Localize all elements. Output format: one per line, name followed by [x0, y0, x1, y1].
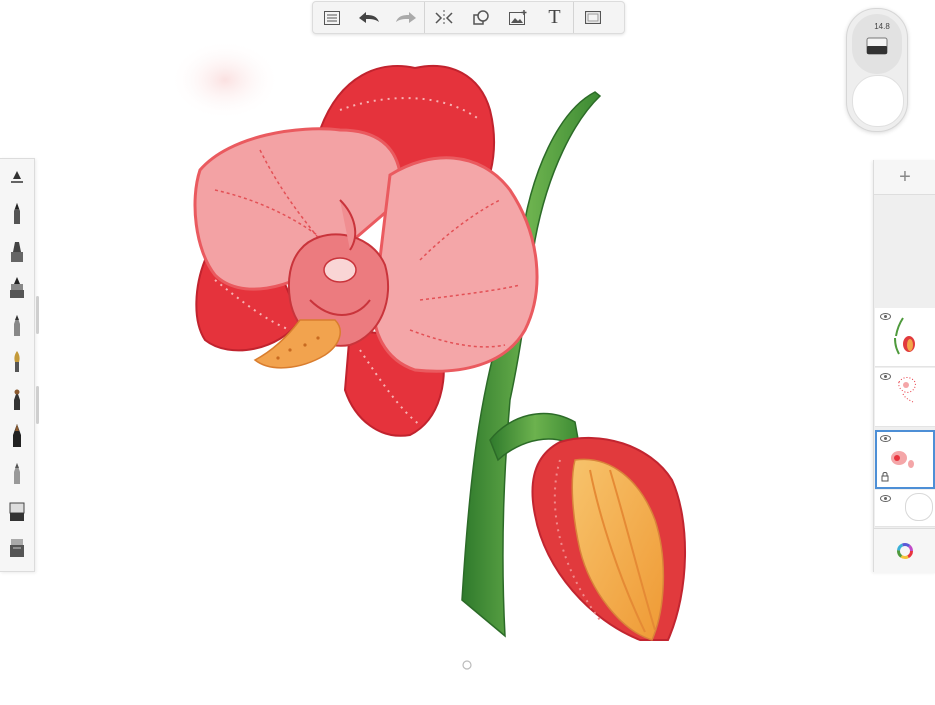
- airbrush-brush[interactable]: [0, 383, 34, 417]
- eraser-tip-icon: [866, 37, 888, 55]
- ink-pen-brush[interactable]: [0, 419, 34, 453]
- smudge-brush[interactable]: [0, 531, 34, 565]
- soft-brush-icon: [14, 463, 20, 484]
- symmetry-icon: [434, 9, 453, 26]
- plus-icon: +: [899, 165, 911, 188]
- pink-haze: [170, 40, 280, 120]
- paintbrush-brush[interactable]: [0, 345, 34, 379]
- soft-brush[interactable]: [0, 457, 34, 491]
- undo-button[interactable]: [350, 2, 387, 33]
- fullscreen-button[interactable]: [574, 2, 611, 33]
- layer-background[interactable]: [875, 490, 935, 527]
- pencil-brush[interactable]: [0, 197, 34, 231]
- brush-size-value: 14.8: [874, 22, 890, 31]
- redo-arrow-icon: [395, 11, 416, 23]
- palette-drag-handle[interactable]: [36, 386, 39, 424]
- layer-stem-bud[interactable]: [875, 308, 935, 367]
- eraser-brush[interactable]: [0, 495, 34, 529]
- brush-palette: [0, 158, 35, 572]
- add-image-icon: [508, 10, 526, 25]
- text-button[interactable]: T: [536, 2, 573, 33]
- add-layer-button[interactable]: +: [874, 160, 935, 195]
- ballpoint-icon: [14, 315, 20, 336]
- layer-thumbnail: [891, 451, 914, 468]
- symmetry-button[interactable]: [425, 2, 462, 33]
- eye-icon[interactable]: [880, 435, 891, 442]
- shapes-icon: [472, 9, 489, 25]
- list-icon: [323, 10, 340, 25]
- brush-size-icon: [11, 171, 23, 183]
- brush-size-control[interactable]: 14.8: [852, 14, 902, 74]
- background-color-swatch[interactable]: [905, 493, 933, 521]
- pencil-icon: [14, 203, 20, 224]
- paintbrush-icon: [14, 351, 20, 372]
- eye-icon[interactable]: [880, 373, 891, 380]
- palette-drag-handle[interactable]: [36, 296, 39, 334]
- text-icon: T: [548, 6, 561, 28]
- brush-opacity-control[interactable]: [852, 75, 904, 127]
- drawing-canvas[interactable]: [0, 0, 935, 700]
- fullscreen-icon: [584, 11, 601, 24]
- eye-icon[interactable]: [880, 495, 891, 502]
- color-picker-button[interactable]: [874, 528, 935, 573]
- ink-pen-icon: [13, 424, 21, 447]
- fineliner-icon: [10, 277, 24, 298]
- eraser-icon: [9, 502, 25, 521]
- gallery-button[interactable]: [313, 2, 350, 33]
- marker-brush[interactable]: [0, 235, 34, 269]
- rotate-handle-icon[interactable]: [461, 659, 473, 671]
- orchid-artwork: [170, 40, 687, 641]
- shapes-button[interactable]: [462, 2, 499, 33]
- marker-icon: [11, 242, 23, 262]
- brush-size-selector[interactable]: [0, 161, 34, 195]
- add-image-button[interactable]: [499, 2, 536, 33]
- ballpoint-brush[interactable]: [0, 309, 34, 343]
- undo-arrow-icon: [358, 11, 379, 23]
- top-toolbar: T: [312, 1, 625, 34]
- layers-panel: +: [873, 160, 935, 573]
- layer-flower-sketch[interactable]: [875, 368, 935, 427]
- color-wheel-icon: [897, 543, 913, 559]
- fineliner-brush[interactable]: [0, 271, 34, 305]
- orchid-bud: [531, 436, 687, 641]
- smudge-icon: [10, 539, 24, 557]
- redo-button[interactable]: [387, 2, 424, 33]
- lock-icon[interactable]: [881, 472, 889, 482]
- layer-thumbnail: [894, 317, 915, 355]
- brush-puck[interactable]: 14.8: [846, 8, 908, 132]
- layer-flower-color[interactable]: [875, 430, 935, 489]
- layer-thumbnail: [898, 377, 916, 403]
- airbrush-icon: [14, 389, 20, 410]
